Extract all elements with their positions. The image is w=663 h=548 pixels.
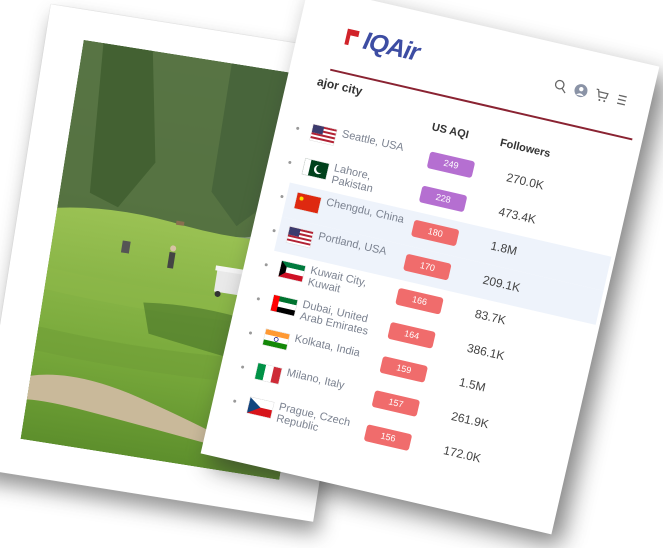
- aqi-badge: 180: [410, 219, 460, 247]
- flag-india-icon: [262, 328, 290, 350]
- aqi-badge: 157: [371, 390, 421, 417]
- followers-count: 473.4K: [497, 204, 538, 227]
- row-marker: [295, 126, 300, 131]
- city-name[interactable]: Seattle, USA: [341, 128, 422, 158]
- menu-icon[interactable]: [613, 92, 630, 109]
- followers-count: 386.1K: [465, 340, 506, 364]
- row-marker: [240, 365, 245, 369]
- search-icon[interactable]: [552, 78, 569, 95]
- aqi-badge: 170: [403, 253, 452, 281]
- flag-uae-icon: [270, 294, 298, 316]
- followers-count: 172.0K: [442, 443, 483, 466]
- flag-usa-icon: [309, 124, 337, 146]
- flag-pakistan-icon: [302, 158, 330, 180]
- aqi-badge: 249: [426, 151, 476, 179]
- flag-czech-icon: [246, 397, 274, 419]
- iqair-logo[interactable]: IQAir: [341, 21, 422, 67]
- row-marker: [256, 297, 261, 301]
- row-marker: [280, 194, 284, 199]
- flag-italy-icon: [254, 363, 282, 385]
- row-marker: [288, 160, 292, 165]
- header-actions: [552, 78, 630, 109]
- followers-count: 209.1K: [481, 272, 522, 295]
- aqi-badge: 166: [395, 287, 444, 315]
- followers-count: 270.0K: [505, 170, 546, 193]
- row-marker: [232, 399, 237, 403]
- aqi-badge: 228: [418, 185, 468, 213]
- table-title: ajor city: [315, 74, 364, 99]
- followers-count: 261.9K: [449, 409, 491, 432]
- collage: IQAir ajor city US AQI Followers Seattle…: [0, 0, 663, 548]
- iqair-logo-text: IQAir: [360, 26, 422, 67]
- aqi-badge: 164: [387, 321, 436, 349]
- aqi-badge: 159: [379, 355, 429, 383]
- column-header-aqi[interactable]: US AQI: [431, 121, 470, 141]
- flag-china-icon: [294, 192, 322, 214]
- iqair-logo-mark: [342, 26, 364, 50]
- followers-count: 1.8M: [489, 238, 519, 259]
- followers-count: 83.7K: [473, 306, 508, 328]
- aqi-badge: 156: [363, 424, 413, 452]
- row-marker: [264, 262, 269, 267]
- row-marker: [248, 331, 253, 335]
- cart-icon[interactable]: [593, 87, 610, 104]
- column-header-followers[interactable]: Followers: [499, 137, 552, 160]
- followers-count: 1.5M: [457, 374, 487, 395]
- flag-usa-icon: [286, 226, 314, 248]
- flag-kuwait-icon: [278, 260, 306, 282]
- row-marker: [272, 228, 276, 233]
- user-icon[interactable]: [573, 82, 590, 99]
